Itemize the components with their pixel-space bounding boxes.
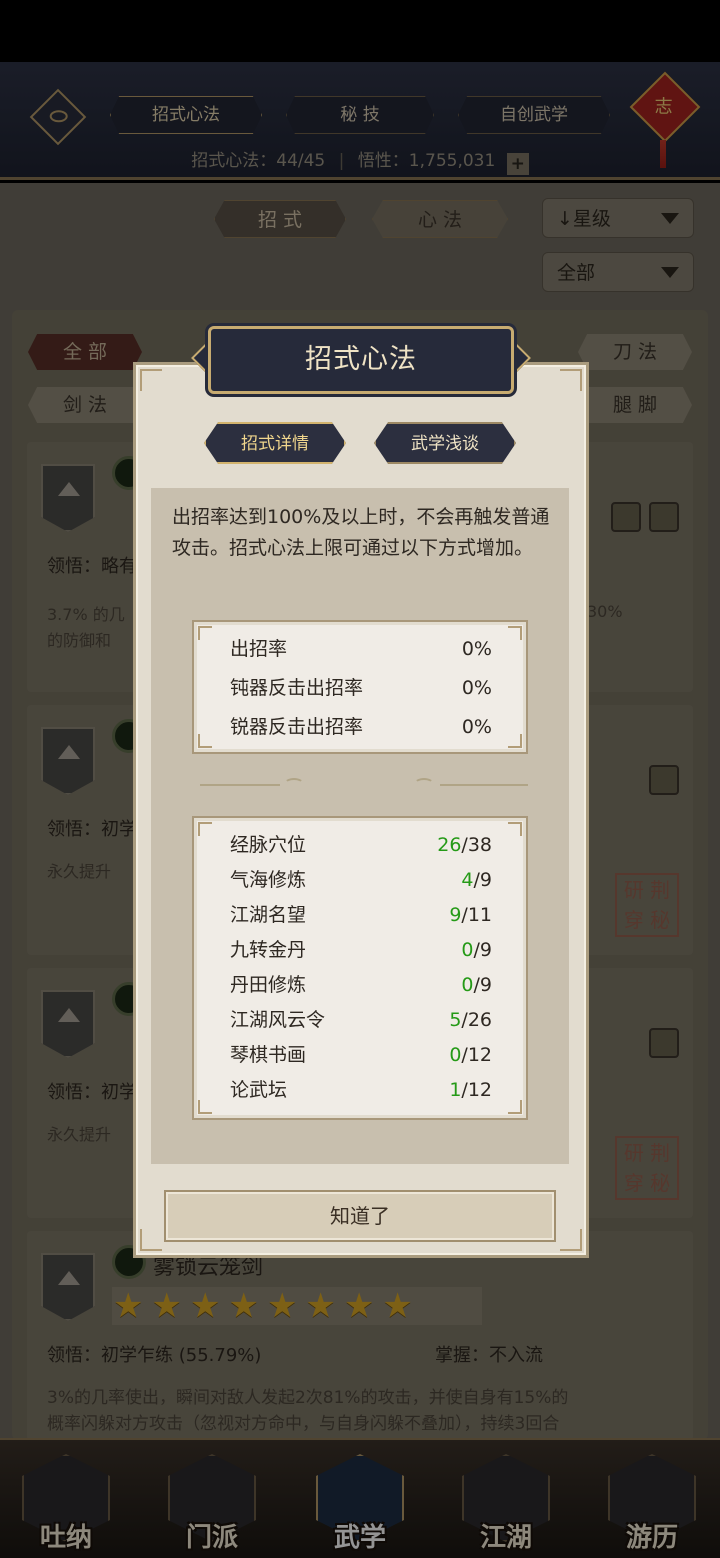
source-row: 琴棋书画 0/12 xyxy=(230,1040,492,1070)
source-max: /9 xyxy=(473,974,493,996)
source-current: 0 xyxy=(449,1044,462,1066)
source-row: 丹田修炼 0/9 xyxy=(230,970,492,1000)
source-row: 论武坛 1/12 xyxy=(230,1075,492,1105)
source-label: 丹田修炼 xyxy=(230,974,307,996)
source-max: /12 xyxy=(461,1079,492,1101)
rates-box: 出招率 0% 钝器反击出招率 0% 锐器反击出招率 0% xyxy=(192,620,528,754)
source-current: 26 xyxy=(437,834,462,856)
corner-ornament xyxy=(508,734,522,748)
source-label: 江湖风云令 xyxy=(230,1009,326,1031)
corner-ornament xyxy=(198,1100,212,1114)
source-label: 江湖名望 xyxy=(230,904,307,926)
source-row: 江湖风云令 5/26 xyxy=(230,1005,492,1035)
corner-ornament xyxy=(198,734,212,748)
modal-title-plate: 招式心法 xyxy=(208,326,514,394)
source-current: 4 xyxy=(461,869,474,891)
source-max: /26 xyxy=(461,1009,492,1031)
source-current: 0 xyxy=(461,974,474,996)
rate-row: 锐器反击出招率 0% xyxy=(230,712,492,742)
source-row: 经脉穴位 26/38 xyxy=(230,830,492,860)
corner-ornament xyxy=(198,822,212,836)
corner-ornament xyxy=(560,369,582,391)
source-max: /12 xyxy=(461,1044,492,1066)
source-label: 气海修炼 xyxy=(230,869,307,891)
source-label: 九转金丹 xyxy=(230,939,307,961)
source-max: /9 xyxy=(473,869,493,891)
corner-ornament xyxy=(140,1229,162,1251)
source-max: /11 xyxy=(461,904,492,926)
divider-ornament xyxy=(200,778,320,792)
modal-description: 出招率达到100%及以上时，不会再触发普通攻击。招式心法上限可通过以下方式增加。 xyxy=(172,506,550,559)
status-bar xyxy=(0,0,720,62)
source-current: 9 xyxy=(449,904,462,926)
ok-button[interactable]: 知道了 xyxy=(164,1190,556,1242)
rate-value: 0% xyxy=(461,716,492,738)
tab-move-details[interactable]: 招式详情 xyxy=(204,422,346,464)
rate-label: 钝器反击出招率 xyxy=(230,677,364,699)
corner-ornament xyxy=(508,1100,522,1114)
sources-box: 经脉穴位 26/38 气海修炼 4/9 江湖名望 9/11 九转金丹 0/9 丹… xyxy=(192,816,528,1120)
rate-value: 0% xyxy=(461,677,492,699)
rate-label: 出招率 xyxy=(230,638,288,660)
source-max: /38 xyxy=(461,834,492,856)
corner-ornament xyxy=(508,626,522,640)
source-max: /9 xyxy=(473,939,493,961)
corner-ornament xyxy=(198,626,212,640)
source-current: 5 xyxy=(449,1009,462,1031)
divider-ornament xyxy=(410,778,530,792)
source-current: 0 xyxy=(461,939,474,961)
corner-ornament xyxy=(508,822,522,836)
corner-ornament xyxy=(140,369,162,391)
source-label: 经脉穴位 xyxy=(230,834,307,856)
source-row: 江湖名望 9/11 xyxy=(230,900,492,930)
source-current: 1 xyxy=(449,1079,462,1101)
source-label: 论武坛 xyxy=(230,1079,288,1101)
source-row: 气海修炼 4/9 xyxy=(230,865,492,895)
tab-martial-talk[interactable]: 武学浅谈 xyxy=(374,422,516,464)
modal-title: 招式心法 xyxy=(305,344,417,375)
rate-label: 锐器反击出招率 xyxy=(230,716,364,738)
source-label: 琴棋书画 xyxy=(230,1044,307,1066)
rate-row: 出招率 0% xyxy=(230,634,492,664)
rate-row: 钝器反击出招率 0% xyxy=(230,673,492,703)
source-row: 九转金丹 0/9 xyxy=(230,935,492,965)
corner-ornament xyxy=(560,1229,582,1251)
rate-value: 0% xyxy=(461,638,492,660)
